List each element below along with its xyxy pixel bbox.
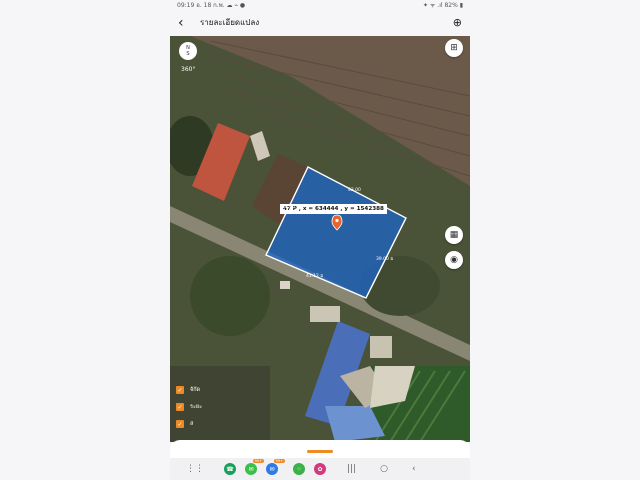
notification-badge: 99+ <box>252 459 264 463</box>
checkbox-checked-icon[interactable]: ✓ <box>176 386 184 394</box>
app-header: ‹ รายละเอียดแปลง ⊕ <box>170 10 470 35</box>
recents-icon[interactable]: ||| <box>347 464 356 474</box>
parcel-coordinate-label: 47 P , x = 634444 , y = 1542388 <box>280 204 387 214</box>
status-time-date: 09:19 อ. 18 ก.พ. ☁ ⌁ ● <box>177 2 246 9</box>
chevron-left-icon[interactable]: ‹ <box>178 15 192 31</box>
messages-app-icon[interactable]: ✉ 99+ <box>245 459 264 475</box>
layer-label: จักัด <box>190 387 201 393</box>
layer-toggle-1[interactable]: ✓ จักัด <box>176 386 202 394</box>
satellite-map[interactable]: N S 360° ⊞ ▦ ◉ 47 P , x = 634444 , y = 1… <box>170 36 470 442</box>
dimension-bottom: 41.12 ม <box>306 274 324 279</box>
status-right: ✦ ᯤ .ıl 82% ▮ <box>422 2 463 9</box>
dimension-top: 43.00 <box>348 188 361 193</box>
checkbox-checked-icon[interactable]: ✓ <box>176 403 184 411</box>
back-icon[interactable]: ‹ <box>412 464 416 474</box>
rotation-label: 360° <box>181 66 196 73</box>
status-bar: 09:19 อ. 18 ก.พ. ☁ ⌁ ● ✦ ᯤ .ıl 82% ▮ <box>170 0 470 10</box>
dimension-right: 39.00 ม <box>376 257 394 262</box>
phone-app-icon[interactable]: ☎ <box>224 463 236 475</box>
camera-icon[interactable]: ◉ <box>445 251 463 269</box>
bottom-sheet[interactable] <box>170 440 470 458</box>
apps-grid-icon[interactable]: ⋮⋮ <box>186 464 204 474</box>
page-title: รายละเอียดแปลง <box>200 18 260 27</box>
dimension-left: 28.00 <box>282 205 295 210</box>
sheet-drag-handle[interactable] <box>307 450 333 453</box>
compass-button[interactable]: N S <box>179 42 197 60</box>
checkbox-checked-icon[interactable]: ✓ <box>176 420 184 428</box>
layer-label: ส <box>190 421 194 427</box>
home-icon[interactable]: ○ <box>380 464 388 474</box>
layer-toggle-3[interactable]: ✓ ส <box>176 420 202 428</box>
layer-toggles: ✓ จักัด ✓ ระยะ ✓ ส <box>176 386 202 437</box>
flower-app-icon[interactable]: ✿ <box>314 463 326 475</box>
navigation-bar: ⋮⋮ ☎ ✉ 99+ ✉ 99+ ⁘ ✿ ||| ○ ‹ <box>170 458 470 480</box>
layer-label: ระยะ <box>190 404 203 410</box>
map-imagery <box>170 36 470 442</box>
multi-app-icon[interactable]: ⁘ <box>293 463 305 475</box>
layer-toggle-2[interactable]: ✓ ระยะ <box>176 403 202 411</box>
map-layers-icon[interactable]: ⊞ <box>445 39 463 57</box>
globe-icon[interactable]: ⊕ <box>453 16 462 29</box>
notification-badge: 99+ <box>273 459 285 463</box>
calculator-icon[interactable]: ▦ <box>445 226 463 244</box>
chat-app-icon[interactable]: ✉ 99+ <box>266 459 285 475</box>
device-screen: 09:19 อ. 18 ก.พ. ☁ ⌁ ● ✦ ᯤ .ıl 82% ▮ ‹ ร… <box>170 0 470 480</box>
compass-south: S <box>186 51 190 57</box>
